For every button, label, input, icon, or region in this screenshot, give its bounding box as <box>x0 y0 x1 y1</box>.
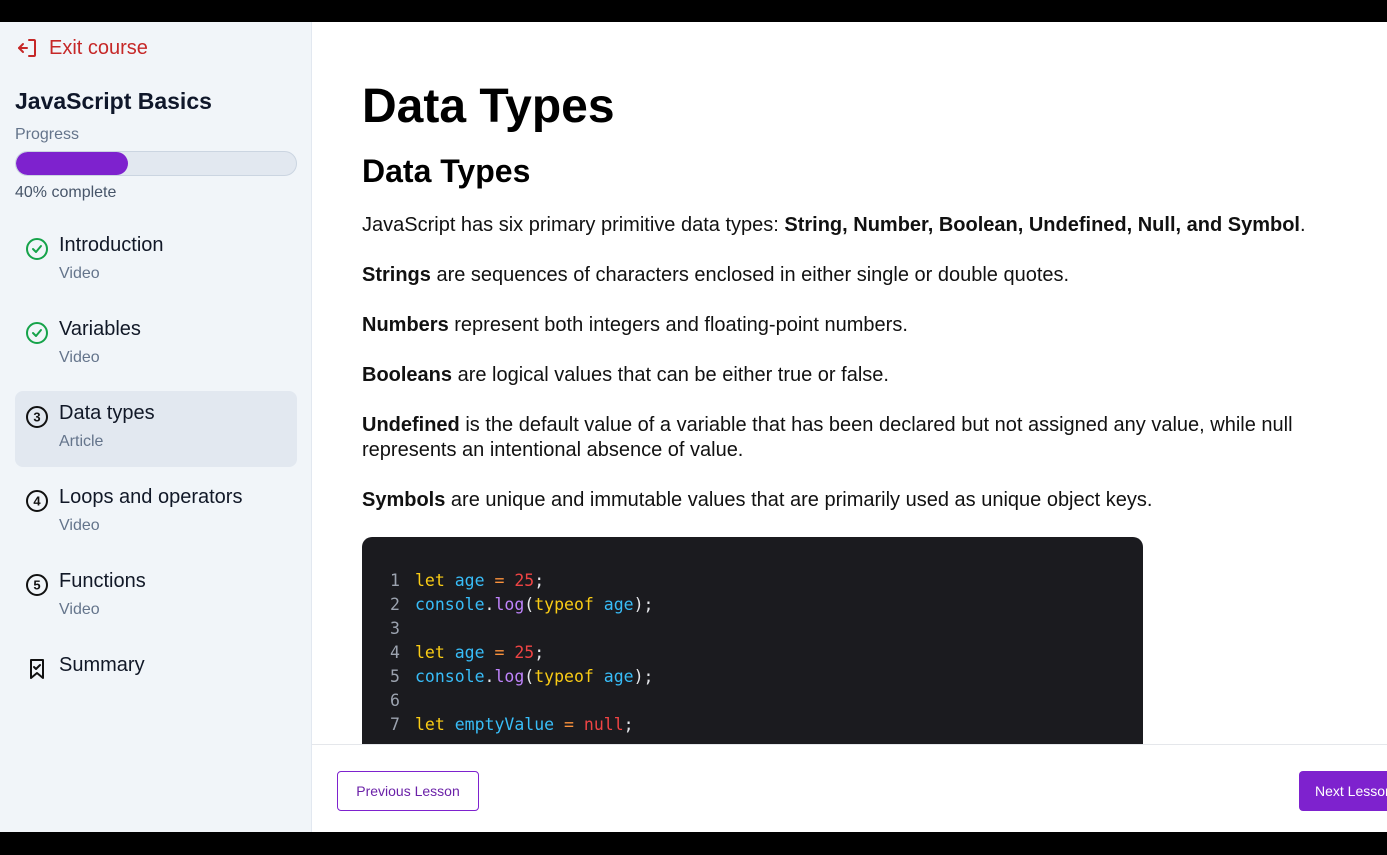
line-number: 3 <box>390 619 400 638</box>
bookmark-icon <box>30 659 44 679</box>
definition: is the default value of a variable that … <box>362 414 1293 461</box>
line-number: 5 <box>390 667 400 686</box>
number-4-circle-icon: 4 <box>26 490 48 512</box>
lesson-label: Introduction <box>59 234 164 256</box>
definition: are sequences of characters enclosed in … <box>430 264 1070 286</box>
course-title: JavaScript Basics <box>15 88 212 114</box>
line-number: 1 <box>390 571 400 590</box>
lesson-type: Video <box>59 517 100 534</box>
line-number: 4 <box>390 643 400 662</box>
term: Numbers <box>362 314 449 336</box>
app-window: Exit course JavaScript Basics Progress 4… <box>0 22 1387 832</box>
lesson-type: Video <box>59 349 100 366</box>
exit-course-button[interactable]: Exit course <box>15 36 148 60</box>
lesson-label: Data types <box>59 402 155 424</box>
code-line: 6 <box>390 691 1143 715</box>
definition: represent both integers and floating-poi… <box>448 314 908 336</box>
paragraph-undefined: Undefined is the default value of a vari… <box>362 413 1372 463</box>
lesson-item-variables[interactable]: Variables Video <box>15 307 297 383</box>
lesson-list: Introduction Video Variables Video 3 Dat… <box>15 223 297 727</box>
lesson-label: Variables <box>59 318 141 340</box>
code-line: 4 let age = 25; <box>390 643 1143 667</box>
next-lesson-button[interactable]: Next Lesson <box>1299 771 1387 811</box>
lesson-label: Summary <box>59 654 145 676</box>
lesson-number: 5 <box>33 578 40 593</box>
paragraph-booleans: Booleans are logical values that can be … <box>362 363 1372 388</box>
progress-label: Progress <box>15 126 80 143</box>
intro-end: . <box>1299 214 1306 236</box>
paragraph-symbols: Symbols are unique and immutable values … <box>362 488 1372 513</box>
check-circle-icon <box>26 238 48 260</box>
lesson-label: Functions <box>59 570 146 592</box>
line-number: 6 <box>390 691 400 710</box>
term: Booleans <box>362 364 453 386</box>
lesson-item-data-types[interactable]: 3 Data types Article <box>15 391 297 467</box>
exit-icon <box>18 39 36 57</box>
lesson-item-functions[interactable]: 5 Functions Video <box>15 559 297 635</box>
paragraph-strings: Strings are sequences of characters encl… <box>362 263 1372 288</box>
lesson-number: 3 <box>33 410 40 425</box>
lesson-type: Video <box>59 265 100 282</box>
code-text: let emptyValue = null; <box>415 715 634 734</box>
progress-bar <box>15 151 297 176</box>
lesson-item-loops-and-operators[interactable]: 4 Loops and operators Video <box>15 475 297 551</box>
lesson-item-introduction[interactable]: Introduction Video <box>15 223 297 299</box>
intro-text: JavaScript has six primary primitive dat… <box>362 214 785 236</box>
code-line: 3 <box>390 619 1143 643</box>
code-block: 1 let age = 25; 2 console.log(typeof age); 3… <box>362 537 1143 744</box>
number-5-circle-icon: 5 <box>26 574 48 596</box>
check-circle-icon <box>26 322 48 344</box>
intro-types: String, Number, Boolean, Undefined, Null… <box>784 214 1300 236</box>
code-line: 1 let age = 25; <box>390 571 1143 595</box>
code-text: let age = 25; <box>415 643 545 662</box>
code-line: 2 console.log(typeof age); <box>390 595 1143 619</box>
number-3-circle-icon: 3 <box>26 406 48 428</box>
previous-lesson-button[interactable]: Previous Lesson <box>337 771 479 811</box>
exit-course-label: Exit course <box>49 36 148 59</box>
code-text: console.log(typeof age); <box>415 595 654 614</box>
code-text: console.log(typeof age); <box>415 667 654 686</box>
page-title: Data Types <box>362 80 615 133</box>
lesson-navigation: Previous Lesson Next Lesson <box>312 744 1387 832</box>
code-line: 5 console.log(typeof age); <box>390 667 1143 691</box>
lesson-item-summary[interactable]: Summary <box>15 643 297 719</box>
term: Undefined <box>362 414 460 436</box>
term: Symbols <box>362 489 446 511</box>
lesson-content: Data Types Data Types JavaScript has six… <box>312 22 1387 744</box>
progress-bar-fill <box>16 152 128 175</box>
intro-paragraph: JavaScript has six primary primitive dat… <box>362 213 1372 238</box>
lesson-number: 4 <box>33 494 41 509</box>
code-text: let age = 25; <box>415 571 545 590</box>
lesson-type: Article <box>59 433 104 450</box>
line-number: 7 <box>390 715 400 734</box>
definition: are logical values that can be either tr… <box>452 364 889 386</box>
progress-text: 40% complete <box>15 184 117 201</box>
lesson-type: Video <box>59 601 100 618</box>
section-heading: Data Types <box>362 153 531 189</box>
code-line: 7 let emptyValue = null; <box>390 715 1143 739</box>
paragraph-numbers: Numbers represent both integers and floa… <box>362 313 1372 338</box>
lesson-label: Loops and operators <box>59 486 243 508</box>
line-number: 2 <box>390 595 400 614</box>
term: Strings <box>362 264 431 286</box>
definition: are unique and immutable values that are… <box>445 489 1153 511</box>
course-sidebar: Exit course JavaScript Basics Progress 4… <box>0 22 312 832</box>
